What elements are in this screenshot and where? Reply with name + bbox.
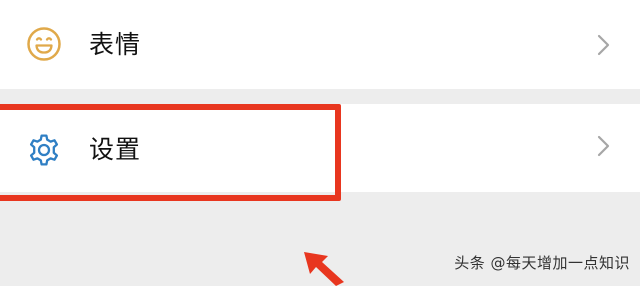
- chevron-right-icon: [597, 34, 610, 56]
- watermark-text: 头条 @每天增加一点知识: [454, 254, 630, 272]
- menu-item-label: 表情: [89, 30, 142, 59]
- menu-item-emoji[interactable]: 表情: [0, 0, 640, 89]
- settings-gear-icon: [29, 134, 59, 166]
- arrow-pointer-icon: [304, 252, 344, 286]
- chevron-right-icon: [597, 135, 610, 157]
- menu-item-settings[interactable]: 设置: [0, 104, 640, 192]
- menu-item-label: 设置: [89, 135, 142, 164]
- smiley-face-icon: [27, 27, 61, 61]
